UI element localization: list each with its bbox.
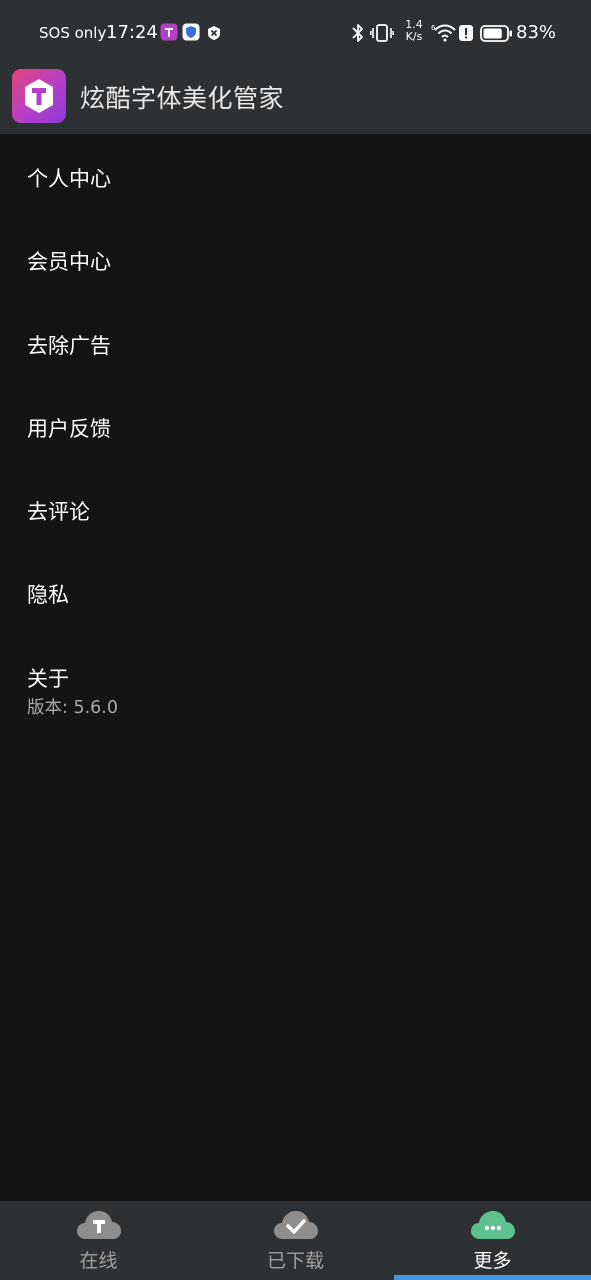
battery-percent: 83% [516, 22, 557, 43]
menu-item-profile[interactable]: 个人中心 [0, 134, 591, 217]
menu-item-label: 去除广告 [27, 333, 111, 358]
carrier-text: SOS only [39, 24, 107, 42]
cloud-check-icon [273, 1209, 319, 1245]
svg-text:6: 6 [431, 24, 436, 32]
shield-icon [182, 23, 200, 45]
alert-icon [458, 24, 474, 46]
cloud-more-icon [470, 1209, 516, 1245]
bottom-nav: 在线 已下载 更多 [0, 1201, 591, 1280]
version-text: 版本: 5.6.0 [27, 697, 118, 718]
app-logo-t-icon [12, 69, 66, 123]
menu-item-privacy[interactable]: 隐私 [0, 550, 591, 633]
app-title: 炫酷字体美化管家 [80, 84, 285, 113]
vibrate-icon [370, 23, 394, 47]
tab-label: 已下载 [266, 1250, 324, 1272]
menu-item-remove-ads[interactable]: 去除广告 [0, 301, 591, 384]
network-speed-unit: K/s [405, 30, 423, 43]
menu-item-label: 隐私 [27, 583, 69, 608]
cloud-t-icon [76, 1209, 122, 1245]
battery-icon [480, 25, 513, 46]
menu-item-review[interactable]: 去评论 [0, 467, 591, 550]
menu-item-about[interactable]: 关于 版本: 5.6.0 [0, 634, 591, 744]
settings-menu: 个人中心 会员中心 去除广告 用户反馈 去评论 隐私 关于 版本: 5.6.0 [0, 134, 591, 744]
app-bar: 炫酷字体美化管家 [0, 66, 591, 134]
tab-downloaded[interactable]: 已下载 [197, 1201, 394, 1280]
screen: SOS only 17:24 1.4 K/s 6 83% 炫酷字体美化管家 个人… [0, 0, 591, 1280]
status-bar: SOS only 17:24 1.4 K/s 6 83% [0, 0, 591, 66]
menu-item-label: 关于 [27, 666, 69, 691]
network-speed: 1.4 K/s [402, 19, 426, 43]
close-badge-icon [206, 25, 222, 45]
wifi-icon: 6 [431, 22, 457, 46]
tab-more[interactable]: 更多 [394, 1201, 591, 1280]
tab-label: 更多 [473, 1250, 512, 1272]
menu-item-feedback[interactable]: 用户反馈 [0, 384, 591, 467]
menu-item-label: 个人中心 [27, 167, 111, 191]
clock: 17:24 [106, 22, 158, 43]
menu-item-label: 去评论 [27, 500, 90, 525]
tab-label: 在线 [79, 1250, 118, 1272]
tab-online[interactable]: 在线 [0, 1201, 197, 1280]
app-notification-icon [160, 23, 178, 45]
menu-item-membership[interactable]: 会员中心 [0, 217, 591, 300]
active-tab-indicator [394, 1275, 591, 1280]
menu-item-label: 会员中心 [27, 250, 111, 275]
bluetooth-icon [350, 23, 366, 47]
menu-item-label: 用户反馈 [27, 416, 111, 441]
